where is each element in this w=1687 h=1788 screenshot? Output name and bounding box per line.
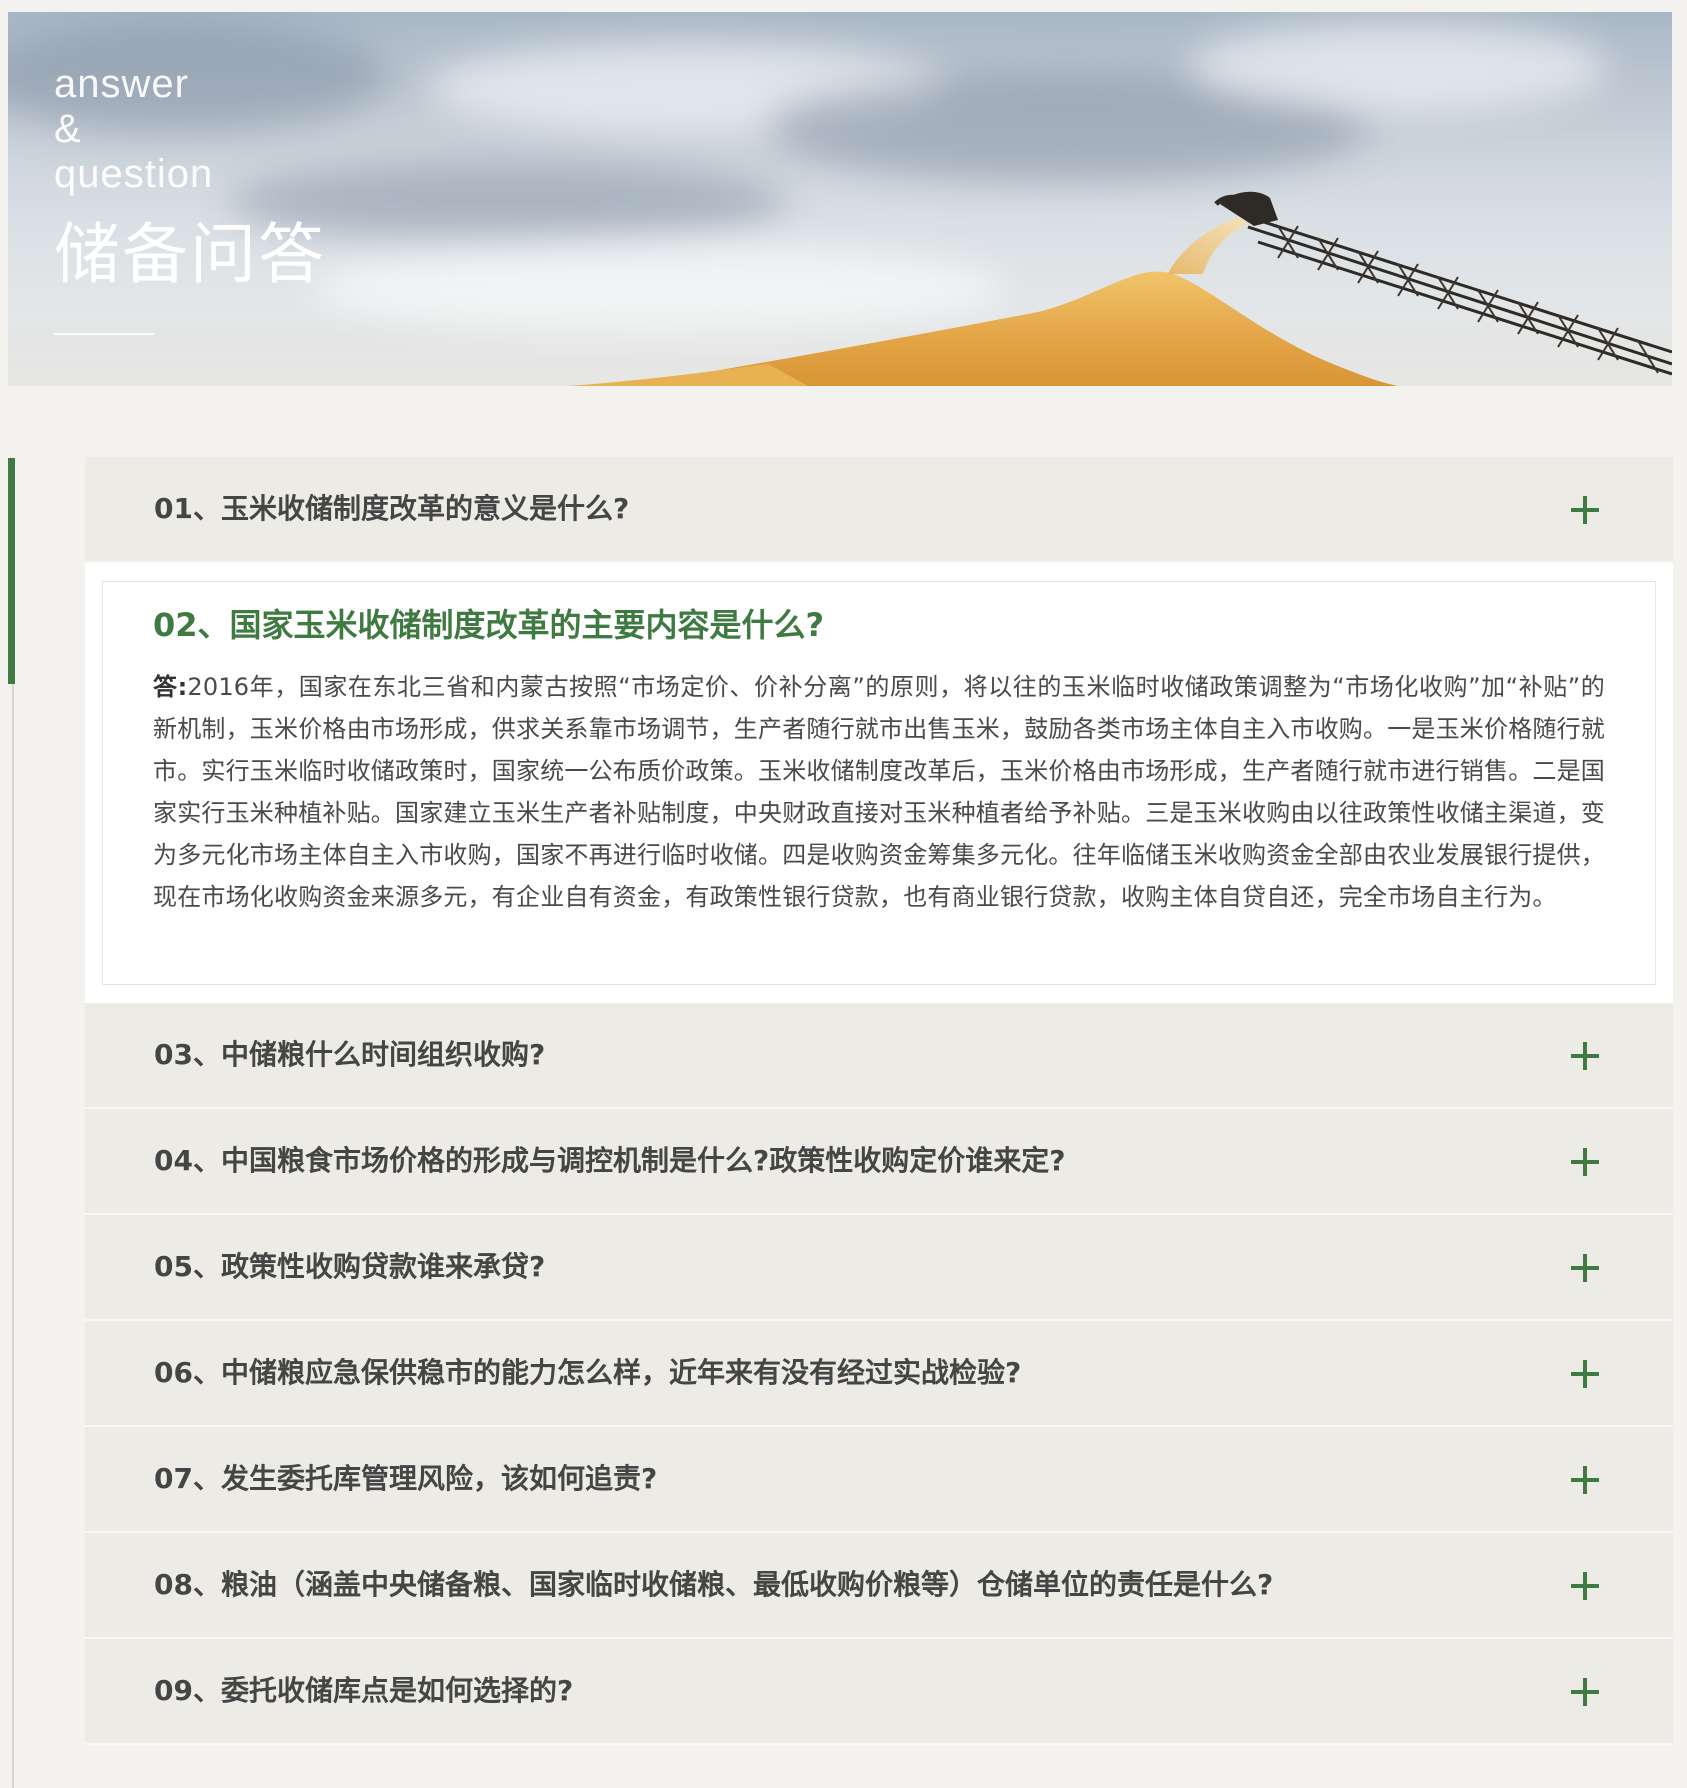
faq-answer: 答:2016年，国家在东北三省和内蒙古按照“市场定价、价补分离”的原则，将以往的… (153, 666, 1605, 918)
faq-answer-panel: 02、国家玉米收储制度改革的主要内容是什么? 答:2016年，国家在东北三省和内… (102, 581, 1656, 985)
faq-item-01[interactable]: 01、玉米收储制度改革的意义是什么? (85, 457, 1673, 563)
active-section-indicator (8, 458, 15, 684)
plus-icon[interactable] (1571, 1572, 1599, 1600)
plus-icon[interactable] (1571, 1254, 1599, 1282)
faq-item-09[interactable]: 09、委托收储库点是如何选择的? (85, 1639, 1673, 1745)
faq-question: 08、粮油（涵盖中央储备粮、国家临时收储粮、最低收购价粮等）仓储单位的责任是什么… (154, 1568, 1274, 1601)
answer-label: 答: (153, 673, 188, 701)
faq-item-05[interactable]: 05、政策性收购贷款谁来承贷? (85, 1215, 1673, 1321)
left-divider (12, 684, 14, 1788)
faq-item-03[interactable]: 03、中储粮什么时间组织收购? (85, 1003, 1673, 1109)
faq-question: 09、委托收储库点是如何选择的? (154, 1674, 574, 1707)
faq-item-04[interactable]: 04、中国粮食市场价格的形成与调控机制是什么?政策性收购定价谁来定? (85, 1109, 1673, 1215)
faq-item-07[interactable]: 07、发生委托库管理风险，该如何追责? (85, 1427, 1673, 1533)
plus-icon[interactable] (1571, 1042, 1599, 1070)
page-title: 储备问答 (54, 216, 326, 293)
title-underline (54, 333, 154, 335)
answer-text: 2016年，国家在东北三省和内蒙古按照“市场定价、价补分离”的原则，将以往的玉米… (153, 673, 1606, 911)
faq-item-06[interactable]: 06、中储粮应急保供稳市的能力怎么样，近年来有没有经过实战检验? (85, 1321, 1673, 1427)
plus-icon[interactable] (1571, 1678, 1599, 1706)
faq-question: 06、中储粮应急保供稳市的能力怎么样，近年来有没有经过实战检验? (154, 1356, 1022, 1389)
plus-icon[interactable] (1571, 496, 1599, 524)
banner-text-group: answer & question 储备问答 (54, 62, 326, 295)
faq-list: 01、玉米收储制度改革的意义是什么? 02、国家玉米收储制度改革的主要内容是什么… (85, 457, 1673, 1745)
faq-open-question[interactable]: 02、国家玉米收储制度改革的主要内容是什么? (153, 604, 1605, 646)
faq-question: 07、发生委托库管理风险，该如何追责? (154, 1462, 658, 1495)
faq-question: 04、中国粮食市场价格的形成与调控机制是什么?政策性收购定价谁来定? (154, 1144, 1066, 1177)
faq-question: 03、中储粮什么时间组织收购? (154, 1038, 546, 1071)
faq-item-08[interactable]: 08、粮油（涵盖中央储备粮、国家临时收储粮、最低收购价粮等）仓储单位的责任是什么… (85, 1533, 1673, 1639)
faq-question: 05、政策性收购贷款谁来承贷? (154, 1250, 546, 1283)
plus-icon[interactable] (1571, 1360, 1599, 1388)
faq-question: 01、玉米收储制度改革的意义是什么? (154, 492, 630, 525)
plus-icon[interactable] (1571, 1466, 1599, 1494)
banner-english-caption: answer & question (54, 62, 214, 196)
faq-item-02-expanded: 02、国家玉米收储制度改革的主要内容是什么? 答:2016年，国家在东北三省和内… (85, 563, 1673, 1003)
hero-banner: answer & question 储备问答 (8, 12, 1672, 386)
plus-icon[interactable] (1571, 1148, 1599, 1176)
